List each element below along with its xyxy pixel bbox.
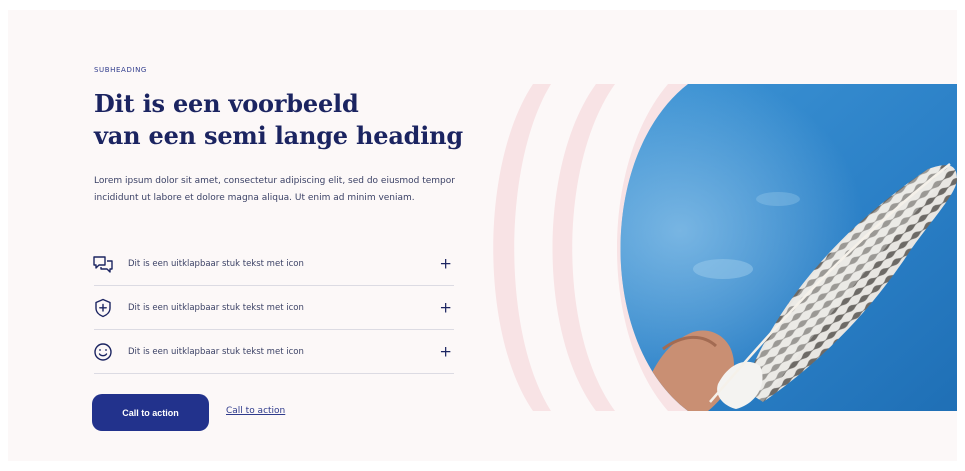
accordion-item-3[interactable]: Dit is een uitklapbaar stuk tekst met ic…	[94, 330, 454, 374]
intro-paragraph: Lorem ipsum dolor sit amet, consectetur …	[94, 176, 455, 203]
accordion: Dit is een uitklapbaar stuk tekst met ic…	[92, 242, 454, 374]
accordion-item-1[interactable]: Dit is een uitklapbaar stuk tekst met ic…	[92, 242, 454, 286]
accordion-item-label: Dit is een uitklapbaar stuk tekst met ic…	[128, 302, 304, 313]
accordion-item-label: Dit is een uitklapbaar stuk tekst met ic…	[128, 346, 304, 357]
accordion-item-label: Dit is een uitklapbaar stuk tekst met ic…	[128, 258, 304, 269]
plus-icon[interactable]: +	[439, 300, 452, 315]
accordion-item-2[interactable]: Dit is een uitklapbaar stuk tekst met ic…	[94, 286, 454, 330]
plus-icon[interactable]: +	[439, 256, 452, 271]
content-section: SUBHEADING Dit is een voorbeeld van een …	[8, 10, 957, 461]
hero-image	[493, 84, 957, 411]
heading-line-2: van een semi lange heading	[94, 121, 464, 150]
call-to-action-link[interactable]: Call to action	[226, 406, 285, 416]
heading-line-1: Dit is een voorbeeld	[94, 89, 359, 118]
call-to-action-button[interactable]: Call to action	[92, 394, 209, 431]
decorative-arc-2	[552, 84, 615, 411]
plus-icon[interactable]: +	[439, 344, 452, 359]
subheading: SUBHEADING	[94, 66, 147, 74]
smiley-icon	[92, 341, 114, 363]
shield-plus-icon	[92, 297, 114, 319]
page-heading: Dit is een voorbeeld van een semi lange …	[94, 88, 463, 152]
decorative-arc-1	[493, 84, 551, 411]
chat-bubbles-icon	[92, 253, 114, 275]
